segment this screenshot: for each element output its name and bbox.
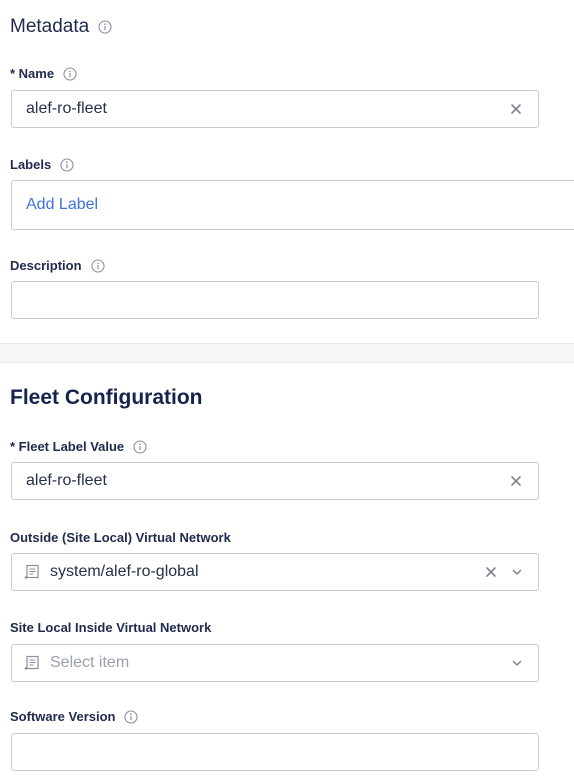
labels-label-text: Labels <box>10 157 52 172</box>
list-icon <box>23 654 41 672</box>
info-icon[interactable] <box>124 709 139 724</box>
fleet-configuration-title: Fleet Configuration <box>10 386 203 409</box>
software-version-label: Software Version <box>10 709 139 724</box>
fleet-label-value-label: * Fleet Label Value <box>10 439 147 454</box>
section-divider <box>0 343 574 363</box>
info-icon[interactable] <box>133 439 147 454</box>
fleet-label-value-label-text: * Fleet Label Value <box>10 439 125 454</box>
outside-network-label-text: Outside (Site Local) Virtual Network <box>10 530 231 545</box>
close-icon[interactable] <box>506 99 526 119</box>
info-icon[interactable] <box>98 20 112 34</box>
add-label-link[interactable]: Add Label <box>12 196 574 214</box>
labels-input[interactable]: Add Label <box>11 180 574 230</box>
inside-network-label-text: Site Local Inside Virtual Network <box>10 620 212 635</box>
chevron-down-icon[interactable] <box>507 562 527 582</box>
close-icon[interactable] <box>481 562 501 582</box>
software-version-input[interactable] <box>11 733 539 771</box>
name-input-value: alef-ro-fleet <box>26 100 107 117</box>
inside-network-select[interactable]: Select item <box>11 644 539 682</box>
chevron-down-icon[interactable] <box>507 653 527 673</box>
description-input[interactable] <box>11 281 539 319</box>
info-icon[interactable] <box>90 258 105 273</box>
inside-network-label: Site Local Inside Virtual Network <box>10 620 211 635</box>
name-label-text: * Name <box>10 66 55 81</box>
close-icon[interactable] <box>506 471 526 491</box>
outside-network-label: Outside (Site Local) Virtual Network <box>10 530 231 545</box>
fleet-label-value-input[interactable]: alef-ro-fleet <box>11 462 539 500</box>
metadata-title: Metadata <box>10 16 90 37</box>
software-version-label-text: Software Version <box>10 709 116 724</box>
metadata-section-title: Metadata <box>10 16 112 38</box>
outside-network-select[interactable]: system/alef-ro-global <box>11 553 539 591</box>
info-icon[interactable] <box>60 157 74 172</box>
name-label: * Name <box>10 66 77 81</box>
fleet-label-value-input-value: alef-ro-fleet <box>26 472 107 489</box>
outside-network-value: system/alef-ro-global <box>50 563 199 580</box>
labels-label: Labels <box>10 157 74 172</box>
list-icon <box>23 563 41 581</box>
name-input[interactable]: alef-ro-fleet <box>11 90 539 128</box>
info-icon[interactable] <box>63 66 77 81</box>
description-label: Description <box>10 258 105 273</box>
inside-network-placeholder: Select item <box>50 654 130 671</box>
description-label-text: Description <box>10 258 82 273</box>
